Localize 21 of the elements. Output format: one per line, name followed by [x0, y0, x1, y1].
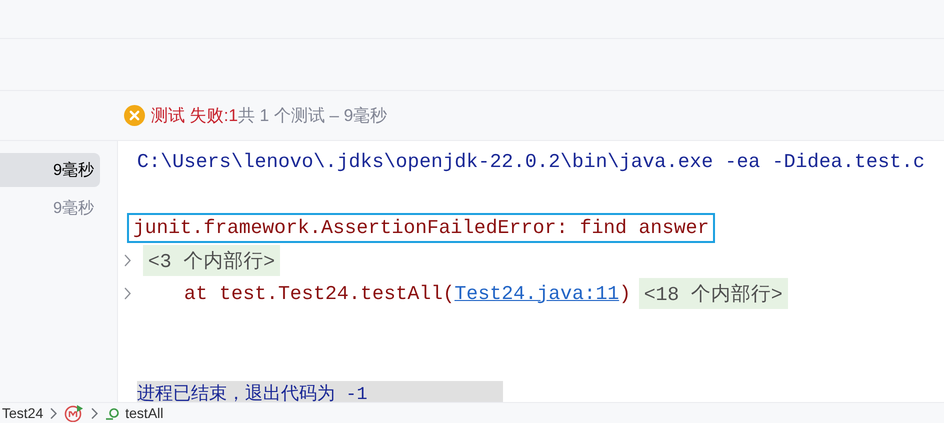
error-icon — [124, 105, 145, 126]
error-message: junit.framework.AssertionFailedError: find answer — [127, 212, 716, 242]
test-duration[interactable]: 9毫秒 — [0, 153, 100, 187]
command-line: C:\Users\lenovo\.jdks\openjdk-22.0.2\bin\java.exe -ea -Didea.test.c — [137, 150, 925, 172]
failed-count: 1 — [228, 106, 238, 126]
stack-frame: at test.Test24.testAll( — [137, 282, 454, 304]
folded-lines[interactable]: <18 个内部行> — [638, 278, 788, 309]
chevron-icon — [90, 406, 100, 420]
source-link[interactable]: Test24.java:11 — [454, 282, 620, 304]
method-icon — [105, 406, 120, 420]
status-label: 测试 失败: — [151, 105, 228, 127]
class-icon — [64, 404, 84, 422]
expand-icon[interactable] — [123, 287, 132, 300]
stack-frame: ) — [619, 282, 631, 304]
expand-icon[interactable] — [123, 254, 132, 267]
breadcrumb-item[interactable]: testAll — [125, 405, 164, 421]
breadcrumb-item[interactable]: Test24 — [2, 405, 44, 421]
exit-message: 进程已结束，退出代码为 -1 — [137, 380, 504, 402]
chevron-icon — [49, 406, 58, 420]
folded-lines[interactable]: <3 个内部行> — [143, 245, 280, 276]
test-summary: 共 1 个测试 – 9毫秒 — [238, 105, 388, 127]
